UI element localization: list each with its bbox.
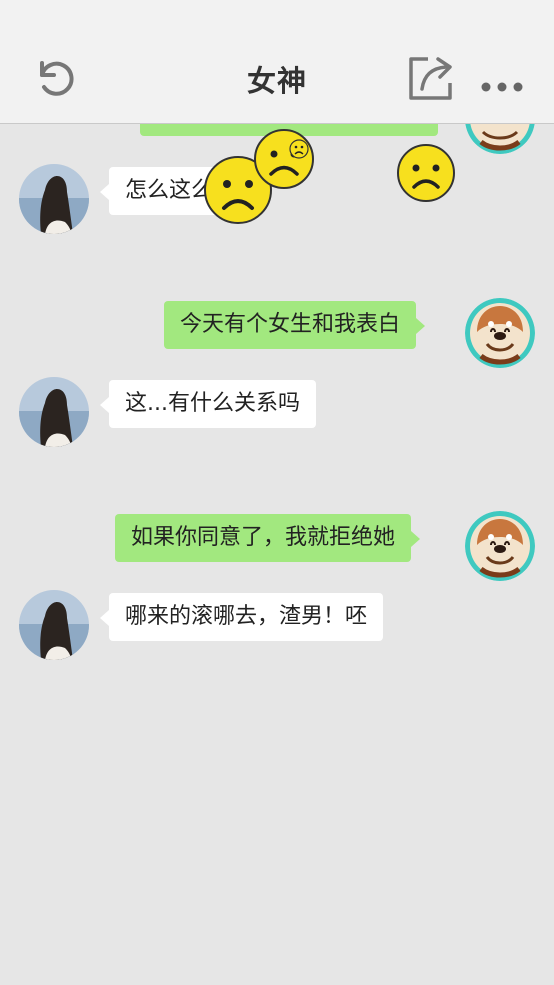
more-dots-icon[interactable] — [480, 80, 524, 94]
chat-area[interactable]: 怎么这么... 今天有个女生和我表白 这...有什么关系吗 如果你同意了，我就拒… — [0, 124, 554, 985]
chat-title: 女神 — [246, 64, 307, 98]
message-bubble-received[interactable]: 哪来的滚哪去，渣男！呸 — [99, 593, 384, 641]
share-icon[interactable] — [408, 55, 456, 101]
my-avatar[interactable] — [465, 124, 535, 154]
my-avatar[interactable] — [465, 511, 535, 581]
contact-avatar[interactable] — [19, 164, 89, 234]
message-bubble-received[interactable]: 这...有什么关系吗 — [100, 380, 316, 428]
sad-face-emoji — [397, 144, 455, 202]
sad-face-emoji — [254, 129, 314, 189]
message-bubble-sent[interactable]: 今天有个女生和我表白 — [164, 301, 426, 349]
my-avatar[interactable] — [465, 298, 535, 368]
message-bubble-sent[interactable]: 如果你同意了，我就拒绝她 — [115, 514, 421, 562]
contact-avatar[interactable] — [19, 590, 89, 660]
chat-header: 女神 — [0, 0, 554, 124]
contact-avatar[interactable] — [19, 377, 89, 447]
